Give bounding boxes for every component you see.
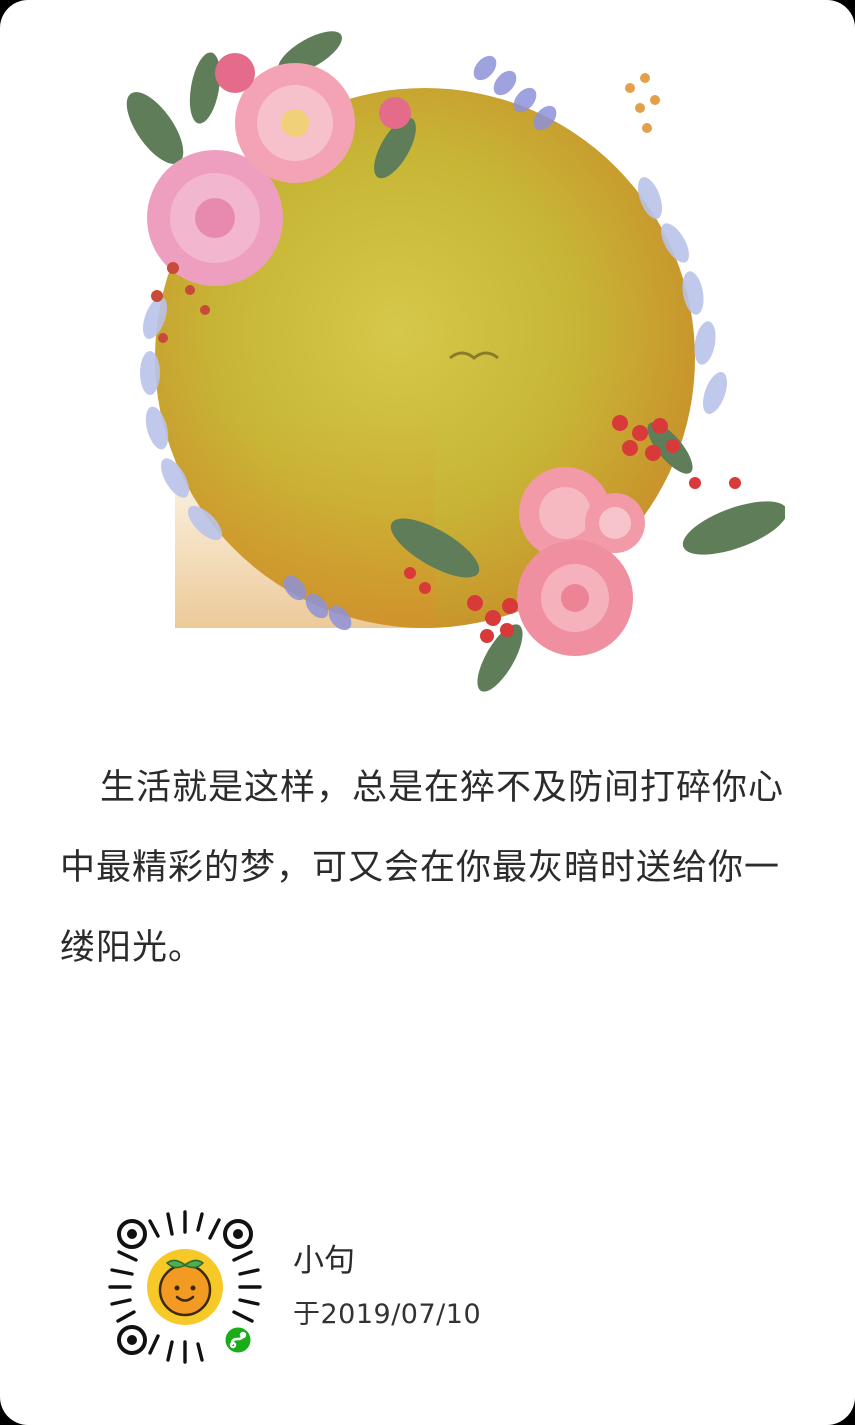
floral-wreath-icon [126, 31, 785, 692]
share-card: 生活就是这样，总是在猝不及防间打碎你心中最精彩的梦，可又会在你最灰暗时送给你一缕… [0, 0, 855, 1425]
quote-text: 生活就是这样，总是在猝不及防间打碎你心中最精彩的梦，可又会在你最灰暗时送给你一缕… [60, 768, 785, 968]
miniprogram-qr-code[interactable] [106, 1208, 264, 1366]
author-name: 小句 [293, 1243, 355, 1279]
floral-wreath-artwork [95, 28, 785, 708]
post-date: 于2019/07/10 [293, 1299, 482, 1330]
qr-code-icon [108, 1210, 262, 1364]
